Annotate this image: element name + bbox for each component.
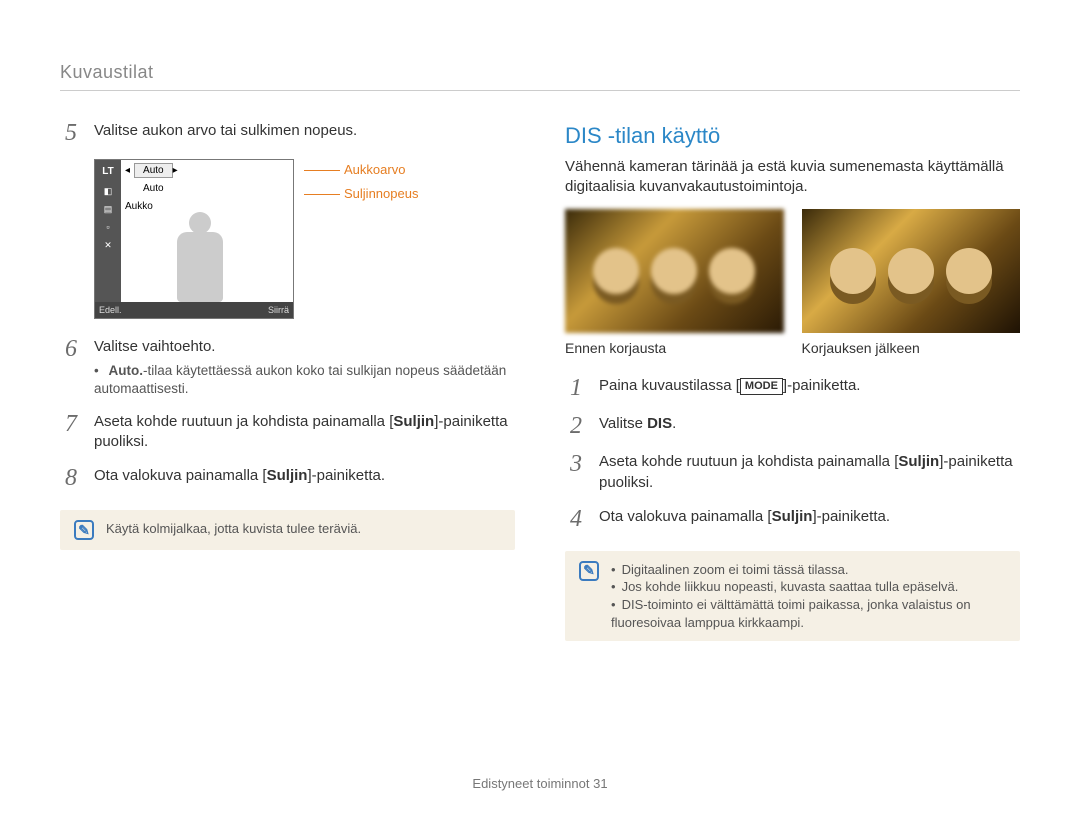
step6-rest: -tilaa käytettäessä aukon koko tai sulki… xyxy=(94,363,506,396)
step2-pre: Valitse xyxy=(599,415,647,432)
step2-bold: DIS xyxy=(647,415,672,432)
mock-silhouette xyxy=(165,212,235,302)
dis-note-item: Digitaalinen zoom ei toimi tässä tilassa… xyxy=(611,561,1006,579)
tripod-note: ✎ Käytä kolmijalkaa, jotta kuvista tulee… xyxy=(60,510,515,550)
mode-badge: MODE xyxy=(740,378,783,395)
note-icon: ✎ xyxy=(74,520,94,540)
mock-row-auto1: ◂ Auto ▸ xyxy=(121,162,293,178)
mock-sidebar: LT ◧ ▤ ▫ ✕ xyxy=(95,160,121,302)
step1-after: ]-painiketta. xyxy=(783,377,861,394)
step8-bold: Suljin xyxy=(267,467,308,484)
camera-screen-illustration: LT ◧ ▤ ▫ ✕ ◂ Auto ▸ Auto Aukko xyxy=(94,159,515,319)
step-1: 1 Paina kuvaustilassa [MODE]-painiketta. xyxy=(565,376,1020,400)
mock-icon: ✕ xyxy=(104,239,112,251)
step4-bold: Suljin xyxy=(772,508,813,525)
step-number: 8 xyxy=(60,466,82,490)
step-6: 6 Valitse vaihtoehto. Auto.-tilaa käytet… xyxy=(60,337,515,398)
section-header: Kuvaustilat xyxy=(60,60,1020,84)
step-text: Ota valokuva painamalla [Suljin]-painike… xyxy=(599,507,1020,531)
step3-bold: Suljin xyxy=(898,453,939,470)
mock-icon: ◧ xyxy=(104,185,113,197)
step1-pre: Paina kuvaustilassa [ xyxy=(599,377,740,394)
mock-footer-left: Edell. xyxy=(99,304,122,316)
step-number: 4 xyxy=(565,507,587,531)
left-column: 5 Valitse aukon arvo tai sulkimen nopeus… xyxy=(60,121,515,641)
step-text: Paina kuvaustilassa [MODE]-painiketta. xyxy=(599,376,1020,400)
step4-after: ]-painiketta. xyxy=(812,508,890,525)
mock-row-auto2: Auto xyxy=(121,180,293,196)
caption-row: Ennen korjausta Korjauksen jälkeen xyxy=(565,339,1020,358)
photo-before xyxy=(565,209,784,333)
step-text: Aseta kohde ruutuun ja kohdista painamal… xyxy=(94,412,515,453)
mock-screen: LT ◧ ▤ ▫ ✕ ◂ Auto ▸ Auto Aukko xyxy=(94,159,294,319)
caption-before: Ennen korjausta xyxy=(565,339,784,358)
footer-page: 31 xyxy=(593,776,607,791)
leader-labels: Aukkoarvo Suljinnopeus xyxy=(304,159,418,202)
dis-note-item: DIS-toiminto ei välttämättä toimi paikas… xyxy=(611,596,1006,631)
photo-after xyxy=(802,209,1021,333)
step8-after: ]-painiketta. xyxy=(307,467,385,484)
step2-after: . xyxy=(672,415,676,432)
page-footer: Edistyneet toiminnot 31 xyxy=(0,775,1080,793)
step6-main: Valitse vaihtoehto. xyxy=(94,338,215,355)
step-number: 1 xyxy=(565,376,587,400)
mock-icon: ▤ xyxy=(104,203,113,215)
step-8: 8 Ota valokuva painamalla [Suljin]-paini… xyxy=(60,466,515,490)
dis-note: ✎ Digitaalinen zoom ei toimi tässä tilas… xyxy=(565,551,1020,641)
step-text: Aseta kohde ruutuun ja kohdista painamal… xyxy=(599,452,1020,493)
caption-after: Korjauksen jälkeen xyxy=(802,339,1021,358)
dis-heading: DIS -tilan käyttö xyxy=(565,121,1020,151)
note-icon: ✎ xyxy=(579,561,599,581)
dis-note-item: Jos kohde liikkuu nopeasti, kuvasta saat… xyxy=(611,578,1006,596)
step7-pre: Aseta kohde ruutuun ja kohdista painamal… xyxy=(94,413,393,430)
leader-suljinnopeus: Suljinnopeus xyxy=(304,185,418,203)
dis-note-list: Digitaalinen zoom ei toimi tässä tilassa… xyxy=(611,561,1006,631)
mock-footer-right: Siirrä xyxy=(268,304,289,316)
mock-icon: ▫ xyxy=(106,221,109,233)
photo-row xyxy=(565,209,1020,333)
right-column: DIS -tilan käyttö Vähennä kameran tärinä… xyxy=(565,121,1020,641)
dis-intro: Vähennä kameran tärinää ja estä kuvia su… xyxy=(565,157,1020,198)
step-text: Valitse DIS. xyxy=(599,414,1020,438)
mock-auto2: Auto xyxy=(143,182,164,196)
step-4: 4 Ota valokuva painamalla [Suljin]-paini… xyxy=(565,507,1020,531)
step6-bullet: Auto.-tilaa käytettäessä aukon koko tai … xyxy=(94,362,515,398)
step3-pre: Aseta kohde ruutuun ja kohdista painamal… xyxy=(599,453,898,470)
step-7: 7 Aseta kohde ruutuun ja kohdista painam… xyxy=(60,412,515,453)
divider xyxy=(60,90,1020,91)
mock-auto-box: Auto xyxy=(134,163,173,179)
step-3: 3 Aseta kohde ruutuun ja kohdista painam… xyxy=(565,452,1020,493)
step4-pre: Ota valokuva painamalla [ xyxy=(599,508,772,525)
step-text: Valitse aukon arvo tai sulkimen nopeus. xyxy=(94,121,515,145)
step-5: 5 Valitse aukon arvo tai sulkimen nopeus… xyxy=(60,121,515,145)
note-text: Käytä kolmijalkaa, jotta kuvista tulee t… xyxy=(106,520,361,538)
step-number: 6 xyxy=(60,337,82,398)
step-text: Ota valokuva painamalla [Suljin]-painike… xyxy=(94,466,515,490)
step-text: Valitse vaihtoehto. Auto.-tilaa käytettä… xyxy=(94,337,515,398)
footer-label: Edistyneet toiminnot xyxy=(472,776,589,791)
leader-aukkoarvo: Aukkoarvo xyxy=(304,161,418,179)
step-number: 2 xyxy=(565,414,587,438)
mock-footer: Edell. Siirrä xyxy=(95,302,293,318)
step8-pre: Ota valokuva painamalla [ xyxy=(94,467,267,484)
mock-lt-label: LT xyxy=(102,165,113,179)
mock-arrow: ◂ xyxy=(125,164,130,178)
step6-auto-bold: Auto. xyxy=(109,363,144,378)
step-2: 2 Valitse DIS. xyxy=(565,414,1020,438)
step-number: 5 xyxy=(60,121,82,145)
step-number: 7 xyxy=(60,412,82,453)
step-number: 3 xyxy=(565,452,587,493)
mock-arrow: ▸ xyxy=(173,164,178,178)
step7-bold: Suljin xyxy=(393,413,434,430)
